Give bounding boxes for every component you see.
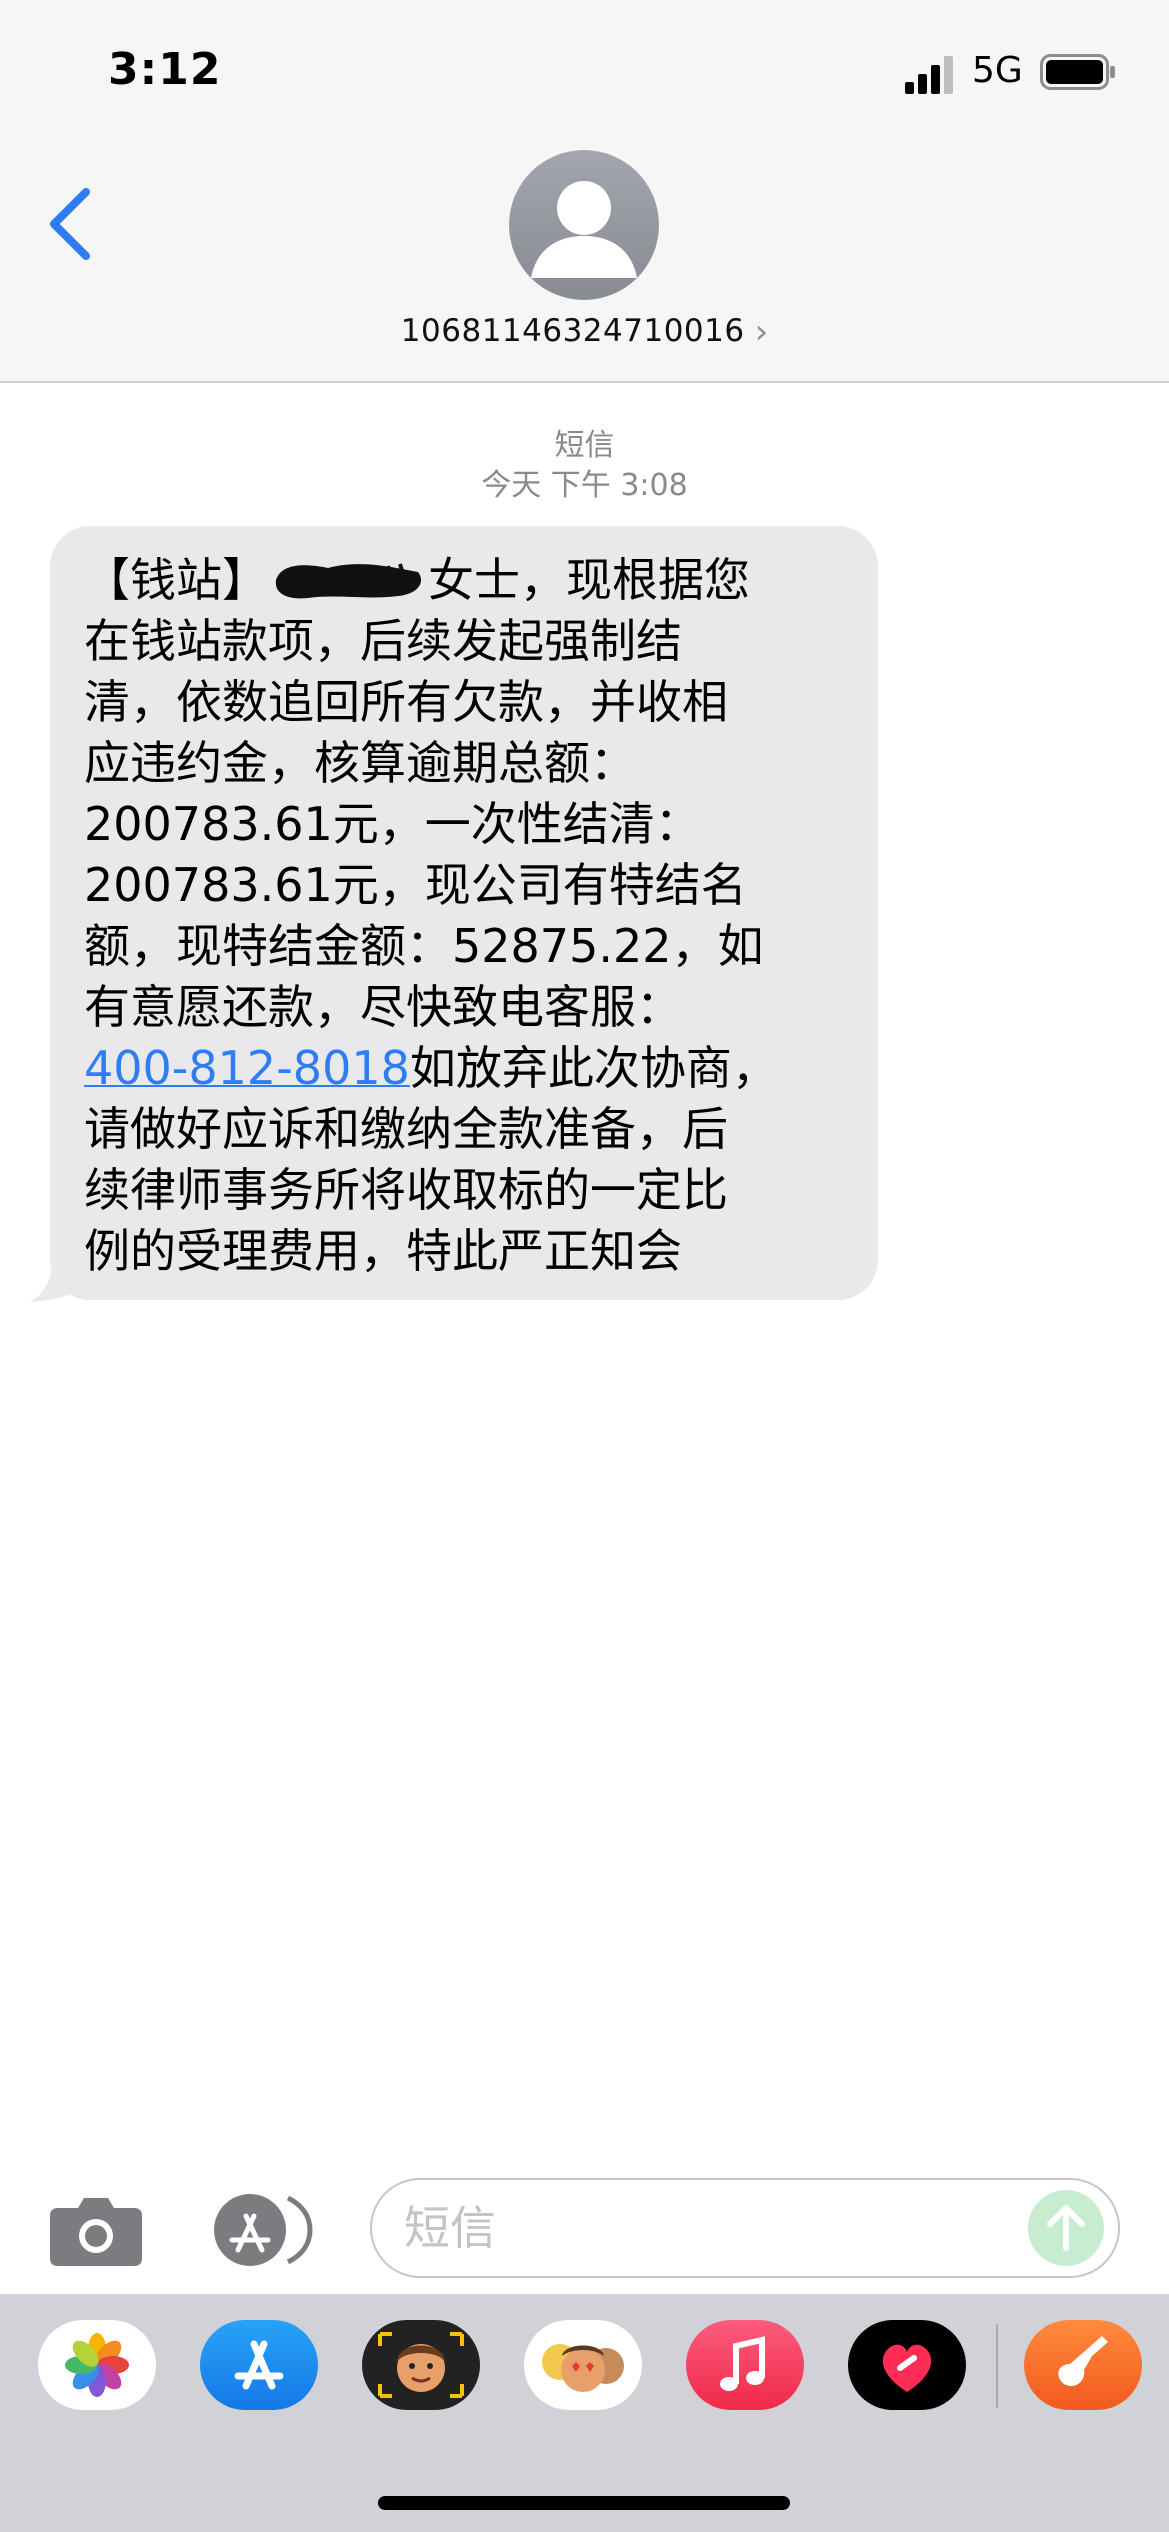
memoji-icon[interactable] (362, 2320, 480, 2410)
fitness-heart-icon[interactable] (848, 2320, 966, 2410)
app-store-icon[interactable] (200, 2320, 318, 2410)
home-indicator[interactable] (378, 2496, 790, 2510)
chevron-right-icon: › (754, 312, 769, 352)
received-message-bubble[interactable]: 【钱站】 女士，现根据您 在钱站款项，后续发起强制结 清，依数追回所有欠款，并收相… (50, 526, 878, 1300)
message-input[interactable] (404, 2180, 1024, 2276)
contact-number: 10681146324710016 (400, 313, 745, 349)
message-line: 在钱站款项，后续发起强制结 (84, 614, 682, 668)
messages-screen: 3:12 5G 10681146324710016 › 短信 今天 下午 3:0… (0, 0, 1169, 2532)
app-drawer (0, 2294, 1169, 2532)
message-input-container (370, 2178, 1120, 2278)
message-line: 女士，现根据您 (428, 553, 750, 607)
photos-icon[interactable] (38, 2320, 156, 2410)
message-line: 请做好应诉和缴纳全款准备，后 (84, 1102, 728, 1156)
phone-number-link[interactable]: 400-812-8018 (84, 1041, 410, 1095)
contact-info-button[interactable]: 10681146324710016 › (0, 312, 1169, 352)
arrow-up-icon (1047, 2205, 1085, 2251)
message-line: 例的受理费用，特此严正知会 (84, 1224, 682, 1278)
message-line: 续律师事务所将收取标的一定比 (84, 1163, 728, 1217)
person-placeholder-icon (531, 181, 637, 278)
garageband-icon[interactable] (1024, 2320, 1142, 2410)
message-line: 清，依数追回所有欠款，并收相 (84, 675, 728, 729)
message-line: 应违约金，核算逾期总额： (84, 736, 636, 790)
message-text: 【钱站】 女士，现根据您 在钱站款项，后续发起强制结 清，依数追回所有欠款，并收相… (84, 550, 848, 1282)
memoji-stickers-icon[interactable] (524, 2320, 642, 2410)
drawer-divider (996, 2324, 998, 2408)
camera-icon[interactable] (48, 2192, 144, 2268)
send-button[interactable] (1028, 2190, 1104, 2266)
compose-bar (0, 2170, 1169, 2290)
redaction-scribble (275, 563, 422, 599)
message-line: 如放弃此次协商， (409, 1041, 778, 1095)
conversation-header: 3:12 5G 10681146324710016 › (0, 0, 1169, 383)
message-line: 200783.61元，现公司有特结名 (84, 858, 747, 912)
message-line: 额，现特结金额：52875.22，如 (84, 919, 764, 973)
status-time: 3:12 (108, 44, 222, 95)
message-line: 200783.61元，一次性结清： (84, 797, 701, 851)
contact-avatar[interactable] (509, 150, 659, 300)
message-timestamp: 今天 下午 3:08 (481, 468, 688, 503)
cellular-signal-icon (905, 56, 953, 94)
music-icon[interactable] (686, 2320, 804, 2410)
app-store-icon[interactable] (208, 2192, 318, 2268)
message-sender-tag: 【钱站】 (84, 553, 268, 607)
battery-icon (1040, 54, 1115, 90)
chevron-left-icon[interactable] (40, 184, 100, 264)
network-type: 5G (972, 50, 1023, 91)
message-line: 有意愿还款，尽快致电客服： (84, 980, 682, 1034)
service-label: 短信 (554, 428, 615, 463)
